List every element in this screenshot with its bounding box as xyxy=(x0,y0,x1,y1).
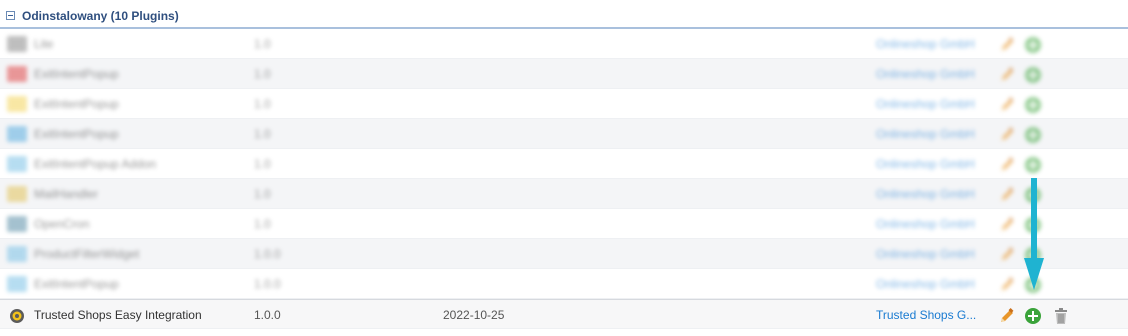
plugin-version: 1.0 xyxy=(254,37,271,51)
plugin-row: ExitIntentPopup 1.0 Onlineshop GmbH xyxy=(0,59,1128,89)
pencil-icon[interactable] xyxy=(998,245,1016,263)
plugin-author-link[interactable]: Onlineshop GmbH xyxy=(876,29,975,59)
pencil-icon[interactable] xyxy=(998,35,1016,53)
plugin-version: 1.0 xyxy=(254,97,271,111)
plugin-name: Trusted Shops Easy Integration xyxy=(34,308,202,322)
plugin-author-link[interactable]: Onlineshop GmbH xyxy=(876,149,975,179)
plugin-row: Lite 1.0 Onlineshop GmbH xyxy=(0,29,1128,59)
plugin-name: ExitIntentPopup Addon xyxy=(34,157,157,171)
plugin-author-link[interactable]: Onlineshop GmbH xyxy=(876,119,975,149)
plugin-badge-icon xyxy=(7,216,27,232)
annotation-arrow-icon xyxy=(1024,178,1044,290)
plus-circle-icon[interactable] xyxy=(1024,65,1042,83)
plugin-author-link[interactable]: Onlineshop GmbH xyxy=(876,209,975,239)
plugin-name: ExitIntentPopup xyxy=(34,127,119,141)
plugin-author-link[interactable]: Onlineshop GmbH xyxy=(876,59,975,89)
plugin-badge-icon xyxy=(7,96,27,112)
pencil-icon[interactable] xyxy=(998,215,1016,233)
plugin-actions xyxy=(998,89,1078,119)
plus-circle-icon[interactable] xyxy=(1024,125,1042,143)
plugin-author-link[interactable]: Onlineshop GmbH xyxy=(876,179,975,209)
plugin-name: ExitIntentPopup xyxy=(34,67,119,81)
plugin-row-trusted-shops: Trusted Shops Easy Integration 1.0.0 2022-… xyxy=(0,299,1128,329)
plugin-version: 1.0 xyxy=(254,217,271,231)
pencil-icon[interactable] xyxy=(998,306,1016,324)
plugin-actions xyxy=(998,29,1078,59)
collapse-icon[interactable] xyxy=(6,11,15,20)
plugin-row: ExitIntentPopup 1.0.0 Onlineshop GmbH xyxy=(0,269,1128,299)
pencil-icon[interactable] xyxy=(998,95,1016,113)
plugin-actions xyxy=(998,300,1078,330)
plugin-badge-icon xyxy=(9,308,25,324)
plugin-version: 1.0.0 xyxy=(254,308,281,322)
plugin-row: MailHandler 1.0 Onlineshop GmbH xyxy=(0,179,1128,209)
plugin-badge-icon xyxy=(7,36,27,52)
plugin-author-link[interactable]: Onlineshop GmbH xyxy=(876,269,975,299)
plugin-author-link[interactable]: Onlineshop GmbH xyxy=(876,89,975,119)
plugin-version: 1.0 xyxy=(254,187,271,201)
plugin-version: 1.0.0 xyxy=(254,277,281,291)
plugin-badge-icon xyxy=(7,246,27,262)
plugin-name: MailHandler xyxy=(34,187,99,201)
group-header[interactable]: Odinstalowany (10 Plugins) xyxy=(0,0,1128,29)
trash-icon[interactable] xyxy=(1052,306,1070,324)
plugin-actions xyxy=(998,59,1078,89)
plugin-version: 1.0 xyxy=(254,67,271,81)
pencil-icon[interactable] xyxy=(998,275,1016,293)
plugin-badge-icon xyxy=(7,276,27,292)
pencil-icon[interactable] xyxy=(998,185,1016,203)
plugin-author-link[interactable]: Onlineshop GmbH xyxy=(876,239,975,269)
plugin-version: 1.0 xyxy=(254,157,271,171)
pencil-icon[interactable] xyxy=(998,155,1016,173)
plugin-name: OpenCron xyxy=(34,217,90,231)
plugin-row: ExitIntentPopup 1.0 Onlineshop GmbH xyxy=(0,89,1128,119)
plugin-list: Lite 1.0 Onlineshop GmbH ExitIntentPopup 1.0… xyxy=(0,29,1128,329)
plugin-actions xyxy=(998,119,1078,149)
plugin-row: ProductFilterWidget 1.0.0 Onlineshop GmbH xyxy=(0,239,1128,269)
pencil-icon[interactable] xyxy=(998,65,1016,83)
plus-circle-icon[interactable] xyxy=(1024,95,1042,113)
plugin-name: ProductFilterWidget xyxy=(34,247,140,261)
pencil-icon[interactable] xyxy=(998,125,1016,143)
group-title: Odinstalowany (10 Plugins) xyxy=(22,9,179,23)
plugin-author-link[interactable]: Trusted Shops G... xyxy=(876,300,976,330)
plugin-name: ExitIntentPopup xyxy=(34,97,119,111)
plugin-name: Lite xyxy=(34,37,54,51)
plugin-badge-icon xyxy=(7,66,27,82)
plugin-badge-icon xyxy=(7,156,27,172)
plugin-row: ExitIntentPopup Addon 1.0 Onlineshop GmbH xyxy=(0,149,1128,179)
plugin-date: 2022-10-25 xyxy=(443,308,505,322)
plugin-badge-icon xyxy=(7,126,27,142)
plugin-version: 1.0 xyxy=(254,127,271,141)
plugin-row: OpenCron 1.0 Onlineshop GmbH xyxy=(0,209,1128,239)
plugin-row: ExitIntentPopup 1.0 Onlineshop GmbH xyxy=(0,119,1128,149)
plugin-badge-icon xyxy=(7,186,27,202)
plugin-version: 1.0.0 xyxy=(254,247,281,261)
plus-circle-icon[interactable] xyxy=(1024,35,1042,53)
plugin-name: ExitIntentPopup xyxy=(34,277,119,291)
plus-circle-icon[interactable] xyxy=(1024,306,1042,324)
plugin-actions xyxy=(998,149,1078,179)
plus-circle-icon[interactable] xyxy=(1024,155,1042,173)
